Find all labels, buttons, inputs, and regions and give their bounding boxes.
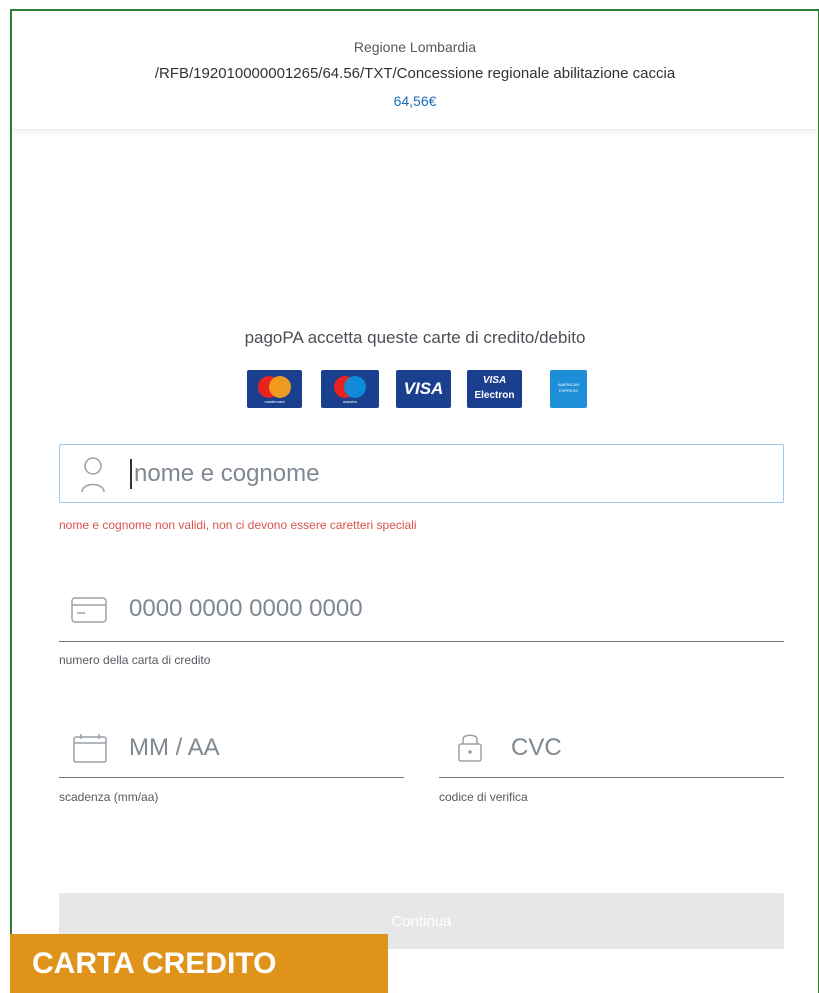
visa-label: VISA: [403, 379, 444, 398]
cvc-helper: codice di verifica: [439, 790, 528, 804]
carta-credito-caption: CARTA CREDITO: [10, 934, 388, 993]
accepted-cards-title: pagoPA accetta queste carte di credito/d…: [244, 328, 586, 347]
mastercard-label: mastercard: [264, 399, 285, 404]
user-icon: [81, 457, 105, 493]
calendar-icon: [73, 734, 107, 763]
visa-logo: VISA: [396, 370, 451, 408]
payment-amount: 64,56€: [393, 93, 437, 109]
credit-card-icon: [71, 597, 107, 623]
cvc-input[interactable]: [511, 732, 761, 764]
maestro-label: maestro: [342, 399, 358, 404]
cardholder-name-field[interactable]: [59, 444, 784, 503]
cvc-field[interactable]: [439, 719, 784, 778]
text-cursor: [130, 459, 132, 489]
expiry-field[interactable]: [59, 719, 404, 778]
expiry-input[interactable]: [129, 732, 389, 764]
visa-electron-top-label: VISA: [482, 375, 507, 386]
payment-reason: /RFB/192010000001265/64.56/TXT/Concessio…: [154, 65, 676, 82]
maestro-logo: maestro: [321, 370, 379, 408]
mastercard-logo: mastercard: [247, 370, 302, 408]
card-number-input[interactable]: [129, 593, 769, 625]
expiry-helper: scadenza (mm/aa): [59, 790, 159, 804]
amex-label: AMERICAN EXPRESS: [557, 382, 580, 393]
visa-electron-bottom-label: Electron: [474, 390, 515, 401]
visa-electron-logo: VISA Electron: [467, 370, 522, 408]
name-error-message: nome e cognome non validi, non ci devono…: [59, 518, 417, 532]
creditor-name: Regione Lombardia: [353, 39, 477, 55]
card-number-helper: numero della carta di credito: [59, 653, 211, 667]
payment-header: Regione Lombardia /RFB/192010000001265/6…: [12, 11, 818, 130]
amex-logo: AMERICAN EXPRESS: [550, 370, 587, 408]
card-number-field[interactable]: [59, 579, 784, 642]
payment-page: Regione Lombardia /RFB/192010000001265/6…: [10, 9, 819, 993]
cardholder-name-input[interactable]: [134, 458, 754, 490]
lock-icon: [458, 734, 482, 762]
accepted-cards-logos: mastercard maestro VISA VISA Electron AM…: [12, 370, 818, 410]
